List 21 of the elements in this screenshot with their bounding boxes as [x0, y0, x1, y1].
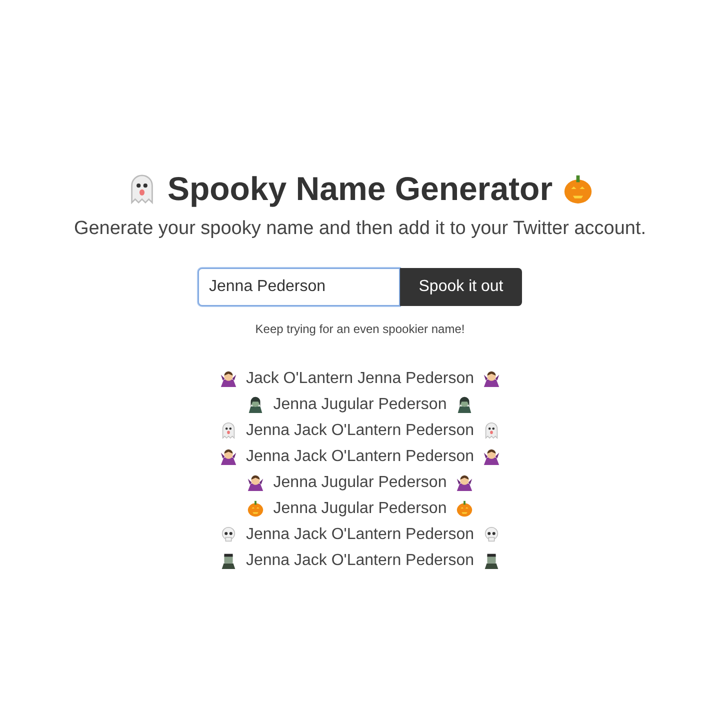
spooky-name: Jenna Jugular Pederson: [273, 396, 447, 414]
vampire-icon: [246, 473, 266, 492]
spooky-name: Jenna Jack O'Lantern Pederson: [246, 422, 474, 440]
spooky-name: Jenna Jack O'Lantern Pederson: [246, 448, 474, 466]
spooky-name: Jenna Jack O'Lantern Pederson: [246, 526, 474, 544]
vampire-icon: [482, 447, 502, 466]
spooky-name: Jenna Jugular Pederson: [273, 500, 447, 518]
page-title: Spooky Name Generator: [167, 170, 553, 208]
spook-button[interactable]: Spook it out: [400, 268, 522, 306]
pumpkin-icon: [246, 499, 266, 518]
hint-text: Keep trying for an even spookier name!: [255, 322, 465, 336]
pumpkin-icon: [454, 499, 474, 518]
vampire-icon: [218, 447, 238, 466]
vampire-icon: [218, 369, 238, 388]
spooky-name: Jack O'Lantern Jenna Pederson: [246, 370, 474, 388]
spooky-name: Jenna Jugular Pederson: [273, 474, 447, 492]
vampire-icon: [454, 473, 474, 492]
subtitle: Generate your spooky name and then add it to your Twitter account.: [74, 218, 646, 240]
vampire-icon: [482, 369, 502, 388]
spooky-name: Jenna Jack O'Lantern Pederson: [246, 552, 474, 570]
name-input[interactable]: Jenna Pederson: [198, 268, 400, 306]
